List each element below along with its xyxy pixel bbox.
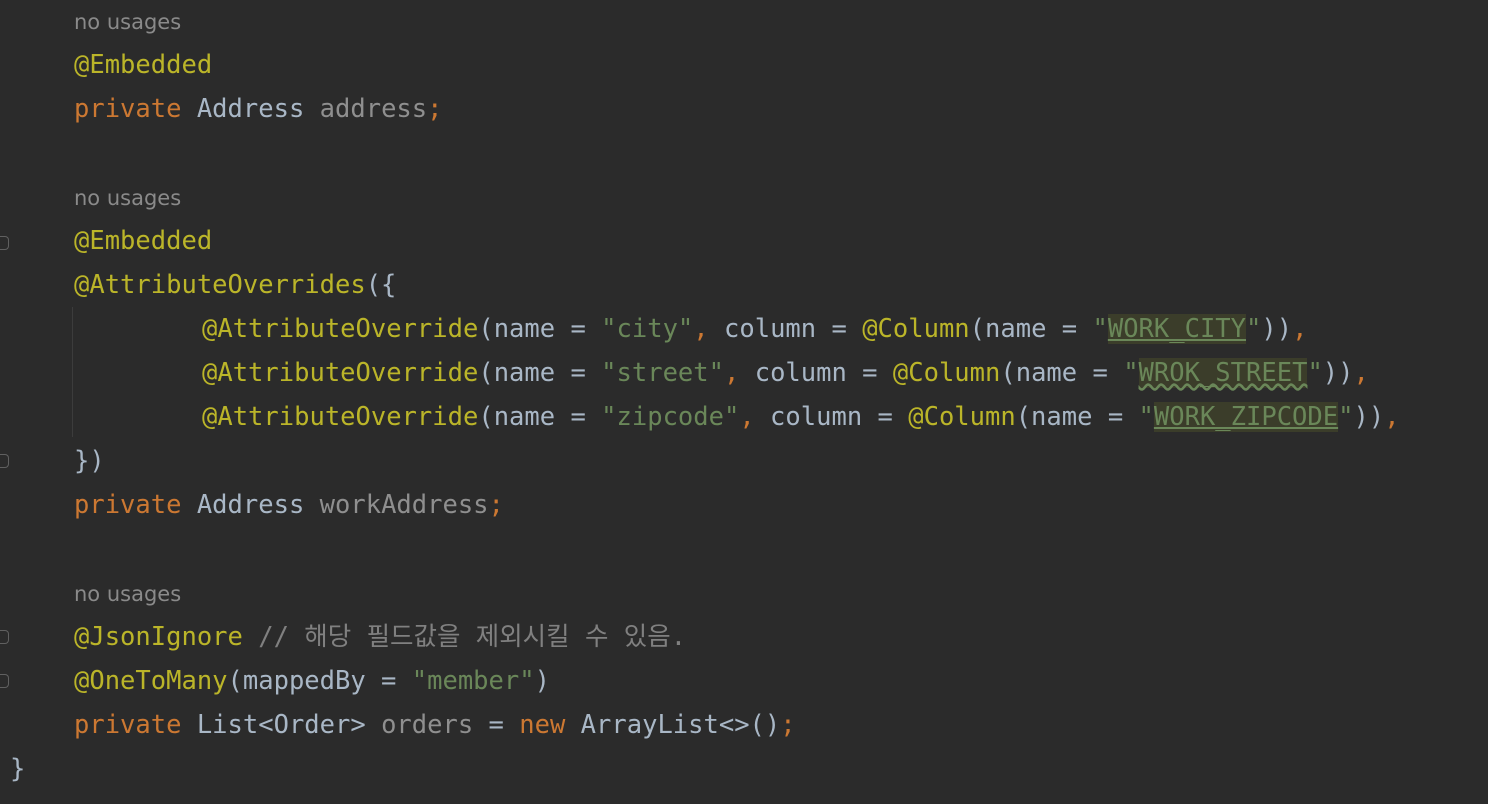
- args: (name =: [1015, 402, 1139, 432]
- punctuation: ): [534, 666, 550, 696]
- indent-guide: [72, 307, 73, 437]
- usages-hint[interactable]: no usages: [74, 0, 181, 44]
- field-name: workAddress: [319, 490, 489, 520]
- quote: ": [1138, 402, 1154, 432]
- fold-icon[interactable]: [0, 630, 9, 644]
- code-line[interactable]: private Address workAddress;: [74, 483, 504, 527]
- semicolon: ;: [427, 94, 443, 124]
- usages-hint[interactable]: no usages: [74, 572, 181, 616]
- usages-hint[interactable]: no usages: [74, 176, 181, 220]
- code-line[interactable]: }: [10, 747, 25, 791]
- field-name: orders: [381, 710, 474, 740]
- column-name-reference[interactable]: WORK_ZIPCODE: [1153, 402, 1339, 432]
- annotation: @JsonIgnore: [74, 622, 243, 652]
- punctuation: ({: [365, 270, 397, 300]
- fold-icon[interactable]: [0, 236, 9, 250]
- code-line[interactable]: @OneToMany(mappedBy = "member"): [74, 659, 550, 703]
- quote: ": [1307, 358, 1323, 388]
- comma: ,: [1353, 358, 1369, 388]
- punctuation: )): [1261, 314, 1293, 344]
- operator: =: [473, 710, 520, 740]
- string-literal: "city": [601, 314, 694, 344]
- keyword: private: [74, 490, 182, 520]
- type-name: Address: [196, 94, 305, 124]
- keyword: private: [74, 710, 182, 740]
- annotation: @Embedded: [74, 50, 213, 80]
- quote: ": [1092, 314, 1108, 344]
- type-name: Address: [196, 490, 305, 520]
- code-line[interactable]: @AttributeOverride(name = "street", colu…: [202, 351, 1369, 395]
- comment: // 해당 필드값을 제외시킬 수 있음.: [242, 622, 687, 652]
- string-literal: "member": [411, 666, 535, 696]
- column-name-reference[interactable]: WORK_CITY: [1107, 314, 1247, 344]
- annotation: @OneToMany: [74, 666, 228, 696]
- annotation: @Column: [908, 402, 1016, 432]
- args: (name =: [478, 358, 602, 388]
- code-line[interactable]: private List<Order> orders = new ArrayLi…: [74, 703, 796, 747]
- code-line[interactable]: @AttributeOverrides({: [74, 263, 396, 307]
- keyword: new: [519, 710, 566, 740]
- code-line[interactable]: @AttributeOverride(name = "zipcode", col…: [202, 395, 1400, 439]
- args: (mappedBy =: [227, 666, 412, 696]
- args: column =: [739, 358, 893, 388]
- annotation: @AttributeOverrides: [74, 270, 366, 300]
- class-close-brace: }: [10, 754, 26, 784]
- comma: ,: [739, 402, 755, 432]
- punctuation: )): [1353, 402, 1385, 432]
- semicolon: ;: [488, 490, 504, 520]
- quote: ": [1123, 358, 1139, 388]
- constructor-call: ArrayList<>(): [565, 710, 781, 740]
- args: column =: [708, 314, 863, 344]
- args: column =: [754, 402, 909, 432]
- annotation: @Column: [862, 314, 970, 344]
- annotation: @AttributeOverride: [202, 314, 479, 344]
- code-editor[interactable]: no usages @Embedded private Address addr…: [0, 0, 1488, 804]
- punctuation: }): [74, 446, 105, 476]
- args: (name =: [1000, 358, 1124, 388]
- code-line[interactable]: }): [74, 439, 105, 483]
- comma: ,: [1292, 314, 1308, 344]
- semicolon: ;: [780, 710, 796, 740]
- comma: ,: [693, 314, 709, 344]
- comma: ,: [724, 358, 740, 388]
- keyword: private: [74, 94, 182, 124]
- code-line[interactable]: @Embedded: [74, 219, 212, 263]
- annotation: @Embedded: [74, 226, 213, 256]
- code-line[interactable]: @AttributeOverride(name = "city", column…: [202, 307, 1307, 351]
- args: (name =: [969, 314, 1093, 344]
- annotation: @AttributeOverride: [202, 402, 479, 432]
- column-name-reference[interactable]: WROK_STREET: [1138, 358, 1308, 388]
- comma: ,: [1384, 402, 1400, 432]
- annotation: @Column: [892, 358, 1001, 388]
- string-literal: "zipcode": [601, 402, 740, 432]
- field-name: address: [319, 94, 428, 124]
- code-line[interactable]: @Embedded: [74, 43, 212, 87]
- type-name: List<Order>: [196, 710, 366, 740]
- fold-icon[interactable]: [0, 454, 9, 468]
- string-literal: "street": [601, 358, 724, 388]
- quote: ": [1246, 314, 1262, 344]
- code-line[interactable]: @JsonIgnore // 해당 필드값을 제외시킬 수 있음.: [74, 615, 686, 659]
- code-line[interactable]: private Address address;: [74, 87, 442, 131]
- quote: ": [1338, 402, 1354, 432]
- annotation: @AttributeOverride: [202, 358, 479, 388]
- punctuation: )): [1322, 358, 1354, 388]
- fold-icon[interactable]: [0, 674, 9, 688]
- args: (name =: [478, 314, 602, 344]
- args: (name =: [478, 402, 602, 432]
